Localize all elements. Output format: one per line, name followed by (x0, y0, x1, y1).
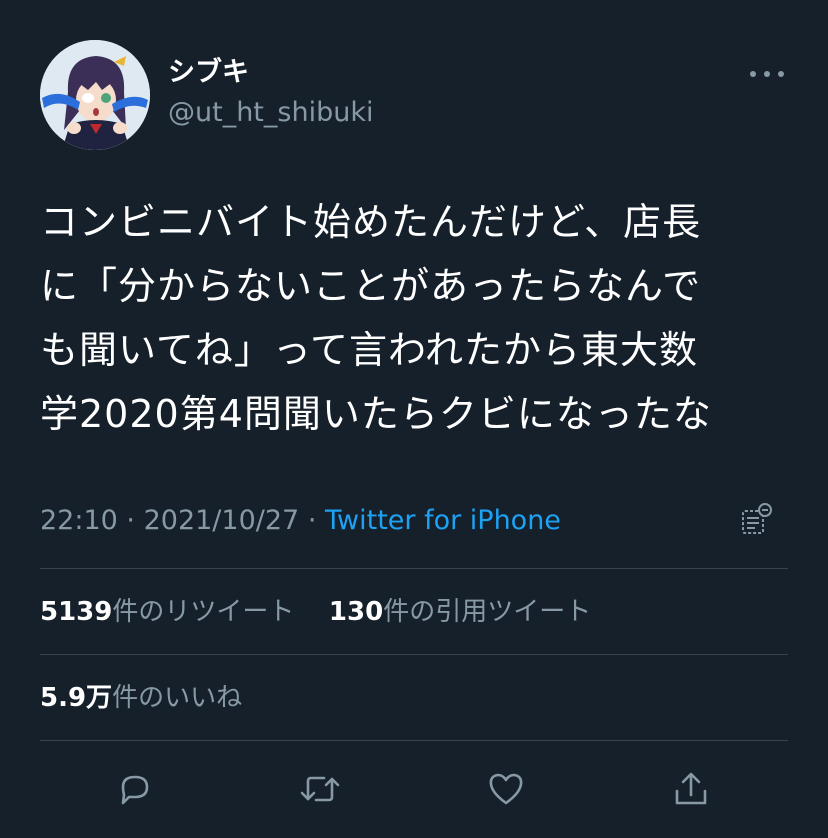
user-handle[interactable]: @ut_ht_shibuki (168, 96, 373, 130)
divider (40, 740, 788, 741)
tweet-time[interactable]: 22:10 (40, 505, 118, 536)
quotes-count: 130 (328, 597, 384, 627)
meta-separator: · (126, 505, 135, 536)
retweets-stat[interactable]: 5139件のリツイート (40, 597, 294, 627)
tweet-text-line: に「分からないことがあったらなんで (40, 264, 702, 308)
likes-label: 件のいいね (112, 683, 243, 713)
retweets-count: 5139 (40, 597, 113, 627)
quotes-label: 件の引用ツイート (383, 597, 592, 627)
divider (40, 568, 788, 569)
action-bar (40, 762, 788, 816)
reply-icon[interactable] (108, 762, 162, 816)
retweets-label: 件のリツイート (112, 597, 295, 627)
stats-row-likes: 5.9万件のいいね (40, 676, 788, 720)
divider (40, 654, 788, 655)
tweet-text: コンビニバイト始めたんだけど、店長 に「分からないことがあったらなんで も聞いて… (40, 190, 800, 446)
like-icon[interactable] (479, 762, 533, 816)
tweet-text-line: 学2020第4問聞いたらクビになったな (40, 392, 712, 436)
tweet-text-line: コンビニバイト始めたんだけど、店長 (40, 200, 702, 244)
retweet-icon[interactable] (293, 762, 347, 816)
tweet-text-line: も聞いてね」って言われたから東大数 (40, 328, 699, 372)
tweet-date[interactable]: 2021/10/27 (144, 505, 300, 536)
quotes-stat[interactable]: 130件の引用ツイート (329, 597, 591, 627)
likes-stat[interactable]: 5.9万件のいいね (40, 683, 242, 713)
more-icon[interactable] (750, 66, 784, 82)
stats-row-retweets: 5139件のリツイート 130件の引用ツイート (40, 590, 788, 634)
user-display-name[interactable]: シブキ (168, 56, 249, 90)
likes-count: 5.9万 (40, 683, 113, 713)
tweet-source-link[interactable]: Twitter for iPhone (325, 505, 561, 536)
tweet-header: シブキ @ut_ht_shibuki (40, 40, 788, 152)
analytics-icon[interactable] (740, 502, 774, 538)
share-icon[interactable] (664, 762, 718, 816)
avatar[interactable] (40, 40, 150, 150)
meta-separator: · (307, 505, 317, 536)
tweet-meta: 22:10 · 2021/10/27 · Twitter for iPhone (40, 498, 788, 544)
